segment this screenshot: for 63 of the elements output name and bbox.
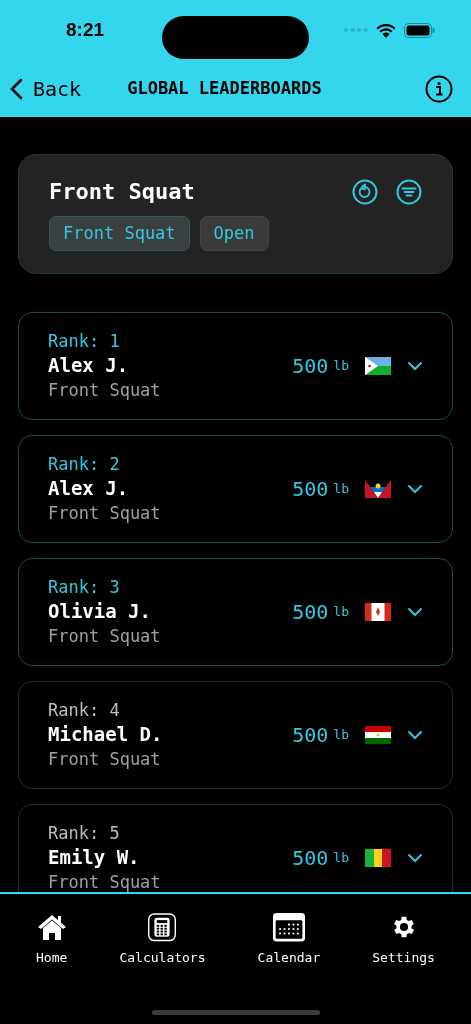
calculator-icon bbox=[147, 913, 178, 942]
athlete-name: Emily W. bbox=[48, 845, 141, 870]
leaderboard-row[interactable]: Rank: 2 Alex J. Front Squat 500 lb bbox=[18, 435, 453, 543]
weight-value: 500 bbox=[292, 599, 329, 626]
back-button[interactable]: Back bbox=[10, 73, 82, 104]
lift-name: Front Squat bbox=[48, 748, 162, 771]
chevron-down-icon bbox=[407, 853, 423, 863]
weight-unit: lb bbox=[333, 603, 349, 622]
weight-unit: lb bbox=[333, 726, 349, 745]
chevron-left-icon bbox=[10, 77, 23, 100]
filter-chip[interactable]: Open bbox=[199, 216, 269, 251]
weight-value: 500 bbox=[292, 353, 329, 380]
lift-name: Front Squat bbox=[48, 625, 161, 648]
chevron-down-icon bbox=[407, 730, 423, 740]
athlete-name: Michael D. bbox=[48, 722, 163, 747]
weight-value: 500 bbox=[292, 845, 329, 872]
wifi-icon bbox=[376, 22, 396, 38]
rank-label: Rank: 2 bbox=[48, 453, 121, 476]
calendar-icon bbox=[270, 913, 307, 942]
chevron-down-icon bbox=[407, 361, 423, 371]
tab-bar-item[interactable]: Settings bbox=[372, 913, 435, 967]
chevron-down-icon bbox=[407, 607, 423, 617]
tab-bar-item[interactable]: Calendar bbox=[257, 913, 321, 967]
status-time: 8:21 bbox=[66, 17, 105, 42]
screen-title: GLOBAL LEADERBOARDS bbox=[127, 76, 322, 100]
reset-icon bbox=[352, 178, 378, 205]
rank-label: Rank: 4 bbox=[48, 699, 121, 722]
filter-icon bbox=[396, 178, 422, 205]
filter-button[interactable] bbox=[396, 178, 422, 205]
exercise-title: Front Squat bbox=[49, 178, 195, 206]
weight-unit: lb bbox=[333, 480, 349, 499]
tab-bar-item[interactable]: Home bbox=[36, 913, 68, 967]
signal-icon bbox=[344, 27, 368, 33]
reset-button[interactable] bbox=[352, 178, 378, 205]
athlete-name: Olivia J. bbox=[48, 599, 152, 624]
flag-icon bbox=[365, 357, 391, 375]
flag-icon bbox=[365, 603, 391, 621]
rank-label: Rank: 5 bbox=[48, 822, 121, 845]
tab-bar-item[interactable]: Calculators bbox=[119, 913, 206, 967]
weight-unit: lb bbox=[333, 849, 349, 868]
chevron-down-icon bbox=[407, 484, 423, 494]
battery-icon bbox=[404, 22, 435, 38]
flag-icon bbox=[365, 849, 391, 867]
leaderboard-row[interactable]: Rank: 3 Olivia J. Front Squat 500 lb bbox=[18, 558, 453, 666]
athlete-name: Alex J. bbox=[48, 353, 130, 378]
rank-label: Rank: 3 bbox=[48, 576, 121, 599]
leaderboard-row[interactable]: Rank: 4 Michael D. Front Squat 500 lb bbox=[18, 681, 453, 789]
leaderboard-row[interactable]: Rank: 1 Alex J. Front Squat 500 lb bbox=[18, 312, 453, 420]
athlete-name: Alex J. bbox=[48, 476, 130, 501]
weight-unit: lb bbox=[333, 357, 349, 376]
flag-icon bbox=[365, 726, 391, 744]
home-icon bbox=[36, 913, 67, 941]
lift-name: Front Squat bbox=[48, 502, 161, 525]
lift-name: Front Squat bbox=[48, 871, 161, 892]
lift-name: Front Squat bbox=[48, 379, 161, 402]
info-icon bbox=[425, 74, 453, 103]
flag-icon bbox=[365, 480, 391, 498]
info-button[interactable] bbox=[425, 74, 453, 103]
rank-label: Rank: 1 bbox=[48, 330, 121, 353]
weight-value: 500 bbox=[292, 722, 329, 749]
leaderboard-row[interactable]: Rank: 5 Emily W. Front Squat 500 lb bbox=[18, 804, 453, 892]
weight-value: 500 bbox=[292, 476, 329, 503]
filter-chip[interactable]: Front Squat bbox=[49, 216, 190, 251]
